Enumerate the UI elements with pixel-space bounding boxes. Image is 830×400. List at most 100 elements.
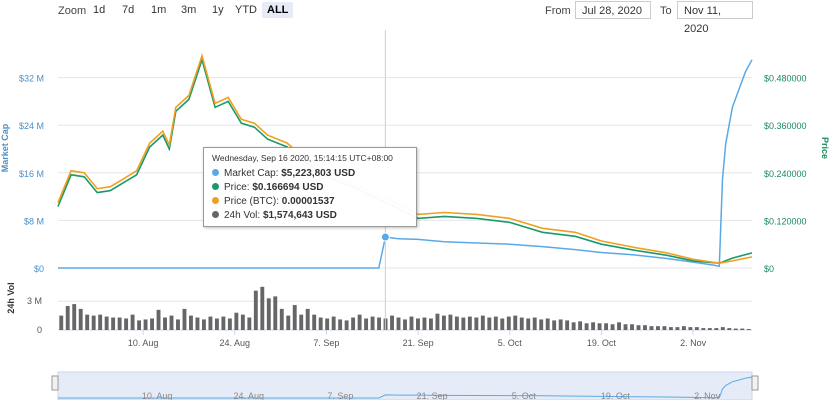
volume-bar — [305, 308, 310, 330]
volume-bar — [299, 314, 304, 330]
x-tick-label: 21. Sep — [403, 338, 434, 348]
navigator-left-handle — [51, 375, 59, 391]
volume-bar — [532, 317, 537, 330]
volume-bar — [558, 319, 563, 330]
navigator-right-handle — [751, 375, 759, 391]
volume-bar — [552, 320, 557, 330]
y-left-tick-label: $16 M — [19, 169, 44, 179]
volume-bar — [344, 320, 349, 330]
navigator-tick-label: 10. Aug — [142, 391, 173, 400]
volume-bar — [273, 296, 278, 330]
y-right-tick-label: $0.240000 — [764, 169, 807, 179]
x-tick-label: 24. Aug — [220, 338, 251, 348]
volume-bar — [124, 318, 129, 330]
volume-bar — [169, 315, 174, 330]
volume-bar — [390, 315, 394, 330]
tooltip-row-market-cap: Market Cap: $5,223,803 USD — [212, 167, 408, 181]
volume-bar — [364, 318, 369, 330]
volume-bar — [668, 327, 673, 330]
volume-tick-label: 3 M — [27, 296, 42, 306]
volume-bar — [428, 318, 433, 330]
x-tick-label: 19. Oct — [587, 338, 617, 348]
volume-bar — [214, 318, 219, 330]
volume-bar — [227, 318, 232, 330]
volume-bar — [98, 314, 103, 330]
tooltip-label: Price: — [224, 182, 250, 193]
volume-bar — [117, 317, 122, 330]
volume-bar — [111, 317, 116, 330]
navigator-tick-label: 5. Oct — [512, 391, 537, 400]
volume-bar — [694, 327, 699, 330]
volume-bar — [240, 314, 245, 330]
tooltip-value: $5,223,803 USD — [281, 168, 356, 179]
market-cap-dot-icon — [212, 169, 219, 176]
volume-bar — [681, 326, 686, 330]
volume-bar — [85, 314, 90, 330]
tooltip-value: 0.00001537 — [281, 196, 335, 207]
volume-bar — [91, 315, 96, 330]
volume-bar — [454, 316, 459, 330]
volume-bar — [610, 324, 615, 330]
volume-bar — [338, 319, 343, 330]
volume-bar — [597, 323, 602, 330]
volume-bar — [656, 326, 660, 330]
volume-bar — [604, 323, 609, 330]
volume-bar — [370, 316, 375, 330]
volume-bar — [441, 315, 446, 330]
volume-bar — [578, 321, 583, 330]
volume-bar — [416, 318, 420, 330]
volume-bar — [176, 319, 180, 330]
volume-bar — [292, 305, 297, 330]
volume-bar — [448, 314, 453, 330]
volume-bar — [636, 325, 641, 330]
y-right-tick-label: $0 — [764, 264, 774, 274]
volume-bar — [201, 319, 206, 330]
volume-bar — [137, 320, 142, 330]
volume-bar — [143, 319, 148, 330]
volume-bar — [357, 314, 362, 330]
volume-bar — [649, 326, 654, 330]
volume-bar — [59, 315, 64, 330]
x-tick-label: 7. Sep — [313, 338, 339, 348]
volume-bar — [189, 315, 193, 330]
volume-bar — [208, 316, 213, 330]
tooltip-value: $1,574,643 USD — [262, 210, 337, 221]
tooltip: Wednesday, Sep 16 2020, 15:14:15 UTC+08:… — [203, 147, 417, 227]
tooltip-row-price-btc: Price (BTC): 0.00001537 — [212, 195, 408, 209]
volume-bar — [714, 328, 719, 330]
volume-bar — [565, 320, 570, 330]
navigator-tick-label: 19. Oct — [601, 391, 631, 400]
price-dot-icon — [212, 183, 219, 190]
volume-bar — [480, 315, 485, 330]
y-left-tick-label: $8 M — [24, 216, 44, 226]
volume-bar — [584, 323, 589, 330]
volume-bar — [351, 317, 356, 330]
volume-bar — [221, 316, 226, 330]
volume-bar — [195, 317, 200, 330]
y-left-tick-label: $32 M — [19, 74, 44, 84]
volume-bar — [104, 316, 109, 330]
volume-bar — [662, 326, 667, 330]
x-tick-label: 5. Oct — [498, 338, 523, 348]
volume-bar — [474, 317, 479, 330]
volume-bar — [487, 317, 492, 330]
volume-bar — [526, 318, 531, 330]
volume-bar — [331, 316, 336, 330]
volume-bar — [740, 328, 745, 330]
tooltip-label: Market Cap: — [224, 168, 279, 179]
volume-bar — [156, 309, 161, 330]
volume-dot-icon — [212, 211, 219, 218]
x-tick-label: 2. Nov — [680, 338, 707, 348]
volume-axis-title: 24h Vol — [6, 282, 16, 313]
y-left-axis-title: Market Cap — [0, 123, 10, 172]
volume-bar — [403, 319, 407, 330]
volume-bar — [623, 324, 628, 330]
x-tick-label: 10. Aug — [128, 338, 159, 348]
volume-bar — [493, 316, 498, 330]
volume-bar — [519, 317, 524, 330]
volume-bar — [234, 312, 239, 330]
volume-bar — [675, 327, 680, 330]
y-right-tick-label: $0.360000 — [764, 121, 807, 131]
volume-bar — [461, 317, 466, 330]
volume-bar — [720, 327, 725, 330]
